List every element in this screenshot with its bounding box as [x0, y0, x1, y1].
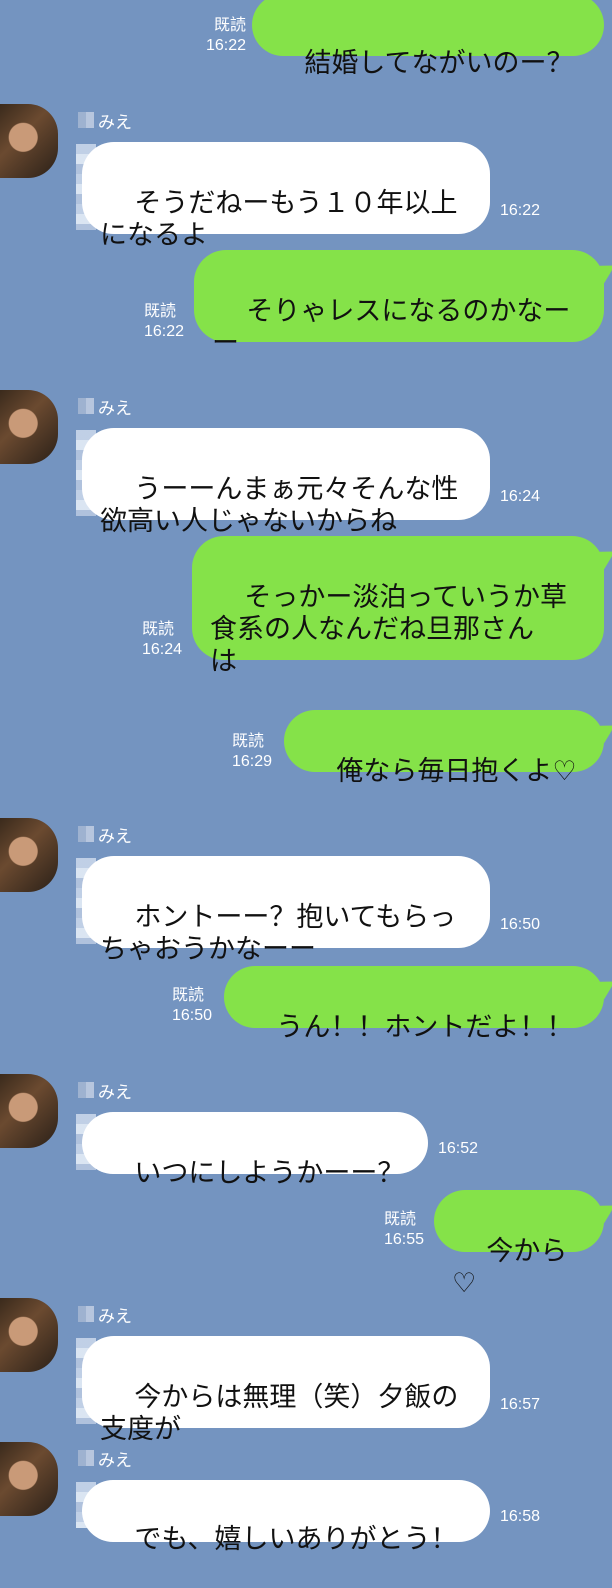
- read-receipt: 既読 16:55: [384, 1211, 425, 1248]
- message-text: ホントーー？抱いてもらっ ちゃおうかなーー: [100, 902, 457, 965]
- name-pixelation: [78, 1306, 94, 1322]
- message-bubble[interactable]: そっかー淡泊っていうか草 食系の人なんだね旦那さん は: [192, 536, 612, 677]
- read-receipt: 既読 16:29: [232, 733, 273, 770]
- contact-name: みえ: [98, 399, 132, 419]
- avatar[interactable]: [0, 1074, 58, 1148]
- contact-name: みえ: [98, 827, 132, 847]
- message-bubble[interactable]: でも、嬉しいありがとう！: [82, 1480, 490, 1555]
- contact-name: みえ: [98, 1083, 132, 1103]
- avatar[interactable]: [0, 104, 58, 178]
- read-receipt: 既読 16:22: [144, 303, 185, 340]
- message-bubble[interactable]: ホントーー？抱いてもらっ ちゃおうかなーー: [82, 856, 490, 965]
- message-bubble[interactable]: 今から♡: [434, 1190, 612, 1299]
- contact-name: みえ: [98, 1307, 132, 1327]
- message-text: 俺なら毎日抱くよ♡: [336, 756, 577, 787]
- message-text: うん！！ホントだよ！！: [276, 1012, 574, 1043]
- avatar[interactable]: [0, 1298, 58, 1372]
- bubble-tail: [594, 972, 612, 1000]
- name-pixelation: [78, 112, 94, 128]
- message-text: うーーんまぁ元々そんな性 欲高い人じゃないからね: [100, 474, 459, 537]
- contact-name: みえ: [98, 113, 132, 133]
- name-pixelation: [78, 826, 94, 842]
- read-receipt: 既読 16:50: [172, 987, 213, 1024]
- message-time: 16:58: [500, 1508, 541, 1525]
- message-bubble[interactable]: そりゃレスになるのかなー ー: [194, 250, 612, 359]
- contact-name: みえ: [98, 1451, 132, 1471]
- bubble-tail: [594, 1196, 612, 1224]
- avatar[interactable]: [0, 390, 58, 464]
- message-text: 今から♡: [452, 1236, 568, 1299]
- message-text: 今からは無理（笑）夕飯の 支度が: [100, 1382, 459, 1445]
- message-time: 16:22: [500, 202, 541, 219]
- bubble-tail: [594, 542, 612, 570]
- message-text: そっかー淡泊っていうか草 食系の人なんだね旦那さん は: [210, 582, 567, 677]
- name-pixelation: [78, 1082, 94, 1098]
- read-receipt: 既読 16:24: [142, 621, 183, 658]
- bubble-tail: [594, 716, 612, 744]
- read-receipt: 既読 16:22: [205, 17, 246, 54]
- avatar[interactable]: [0, 818, 58, 892]
- message-text: そりゃレスになるのかなー ー: [212, 296, 571, 359]
- message-time: 16:57: [500, 1396, 541, 1413]
- message-text: でも、嬉しいありがとう！: [134, 1524, 458, 1555]
- message-time: 16:24: [500, 488, 541, 505]
- message-bubble[interactable]: そうだねーもう１０年以上 になるよ: [82, 142, 490, 251]
- message-bubble[interactable]: うーーんまぁ元々そんな性 欲高い人じゃないからね: [82, 428, 490, 537]
- message-text: そうだねーもう１０年以上 になるよ: [100, 188, 458, 251]
- message-bubble[interactable]: 俺なら毎日抱くよ♡: [284, 710, 612, 787]
- name-pixelation: [78, 398, 94, 414]
- name-pixelation: [78, 1450, 94, 1466]
- message-bubble[interactable]: うん！！ホントだよ！！: [224, 966, 612, 1043]
- message-bubble[interactable]: 今からは無理（笑）夕飯の 支度が: [82, 1336, 490, 1445]
- message-time: 16:52: [438, 1140, 479, 1157]
- message-text: いつにしようかーー？: [134, 1158, 405, 1189]
- message-bubble[interactable]: 結婚してながいのー？: [252, 0, 604, 79]
- message-text: 結婚してながいのー？: [304, 48, 574, 79]
- message-time: 16:50: [500, 916, 541, 933]
- message-bubble[interactable]: いつにしようかーー？: [82, 1112, 428, 1189]
- avatar[interactable]: [0, 1442, 58, 1516]
- bubble-tail: [594, 256, 612, 284]
